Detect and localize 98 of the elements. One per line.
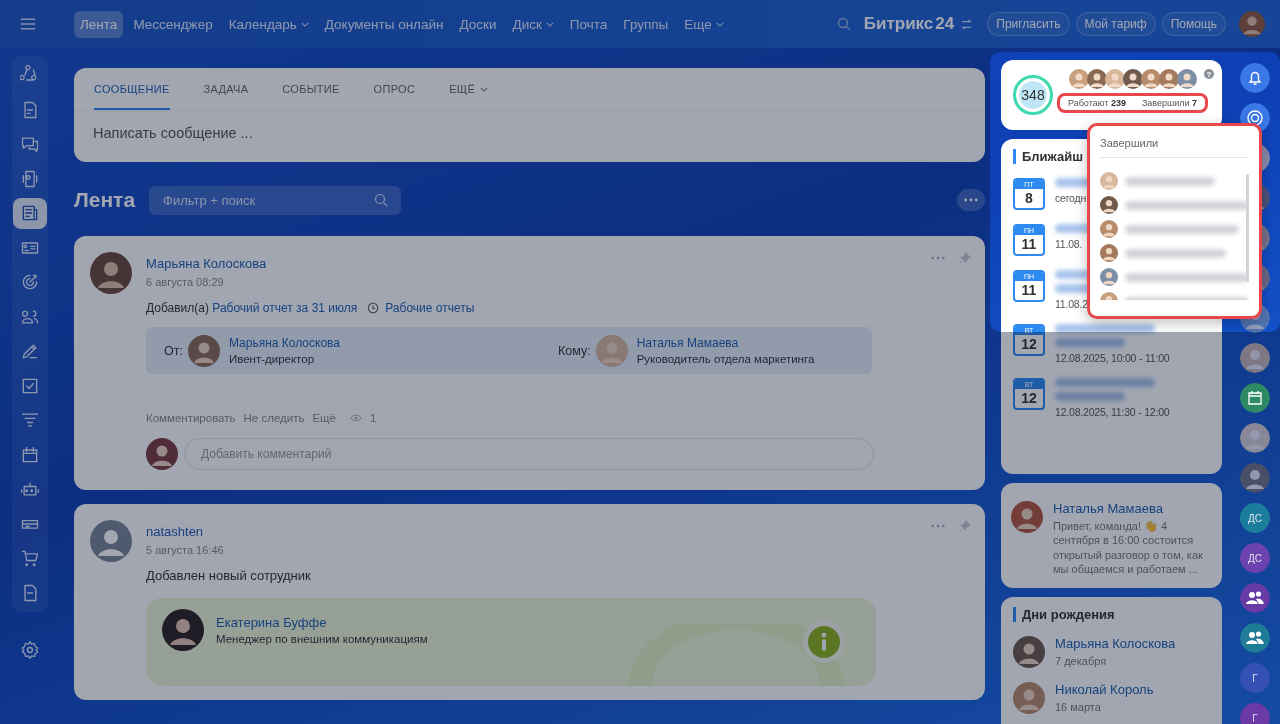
- menu-item[interactable]: Почта: [563, 10, 614, 38]
- avatar[interactable]: [146, 438, 178, 470]
- search-icon[interactable]: [836, 16, 852, 32]
- activity-icon[interactable]: [1240, 103, 1270, 133]
- recipient-label: Кому:: [558, 343, 591, 358]
- author-link[interactable]: natashten: [146, 524, 204, 539]
- post-text: Добавлен новый сотрудник: [146, 568, 312, 583]
- employee-role: Менеджер по внешним коммуникациям: [216, 633, 428, 645]
- eye-icon: [349, 414, 362, 422]
- event-time: сегодн: [1055, 192, 1088, 204]
- help-icon[interactable]: ?: [1204, 69, 1214, 79]
- author-link[interactable]: Наталья Мамаева: [1053, 501, 1163, 516]
- clock-icon: [367, 302, 380, 314]
- event-time: 12.08.2025, 10:00 - 11:00: [1055, 352, 1170, 364]
- person-link[interactable]: Марьяна Колоскова: [1055, 636, 1176, 652]
- avatar[interactable]: [1069, 69, 1089, 89]
- birthday-date: 16 марта: [1055, 700, 1101, 715]
- menu-item[interactable]: Диск: [506, 10, 560, 38]
- header-button[interactable]: Пригласить: [987, 12, 1070, 36]
- page-title: Лента: [74, 188, 136, 212]
- calendar-icon[interactable]: [1240, 383, 1270, 413]
- avatar[interactable]: [162, 609, 204, 651]
- author-link[interactable]: Марьяна Колоскова: [146, 256, 267, 271]
- person-link[interactable]: Николай Король: [1055, 682, 1154, 698]
- event-time: 11.08.2: [1055, 298, 1089, 310]
- post-action-link[interactable]: Ещё: [312, 412, 336, 424]
- section-title: Дни рождения: [1013, 607, 1210, 623]
- calendar-icon: [20, 444, 40, 465]
- avatar[interactable]: [1123, 69, 1143, 89]
- more-icon[interactable]: [931, 524, 945, 528]
- news-text: Привет, команда! 👋 4 сентября в 16:00 состоится открытый разговор о том, как мы общаемся и работаем ...: [1053, 519, 1204, 577]
- post-action-link[interactable]: Комментировать: [146, 412, 236, 424]
- caret-icon: [300, 21, 309, 27]
- caret-icon: [715, 21, 724, 27]
- employee-link[interactable]: Екатерина Буффе: [216, 615, 327, 630]
- person-link[interactable]: Марьяна Колоскова: [228, 336, 340, 350]
- post-date: 5 августа 16:46: [146, 544, 225, 556]
- stat-text[interactable]: Завершили 7: [1141, 98, 1198, 108]
- composer-tab[interactable]: СОБЫТИЕ: [282, 68, 340, 110]
- device-icon: [20, 168, 40, 189]
- menu-item[interactable]: Еще: [678, 10, 730, 38]
- group-icon[interactable]: [1240, 623, 1270, 653]
- composer-tab[interactable]: СООБЩЕНИЕ: [94, 68, 170, 110]
- event-time: 12.08.2025, 11:30 - 12:00: [1055, 406, 1170, 418]
- composer-tab[interactable]: ОПРОС: [373, 68, 416, 110]
- menu-item[interactable]: Документы онлайн: [318, 10, 450, 38]
- post-action: Добавил(а) Рабочий отчет за 31 июля: [146, 301, 358, 315]
- post-action-link[interactable]: Не следить: [243, 412, 305, 424]
- avatar[interactable]: [1087, 69, 1107, 89]
- menu-icon[interactable]: [20, 17, 36, 31]
- more-button[interactable]: [957, 189, 985, 211]
- report-link[interactable]: Рабочий отчет за 31 июля: [212, 301, 358, 315]
- event-time: 11.08.: [1055, 238, 1084, 250]
- menu-item[interactable]: Мессенджер: [127, 10, 219, 38]
- sidebar-item[interactable]: [13, 197, 47, 229]
- group-icon[interactable]: [1240, 583, 1270, 613]
- chat-avatar[interactable]: Г: [1240, 663, 1270, 693]
- menu-item[interactable]: Календарь: [222, 10, 315, 38]
- bell-icon[interactable]: [1240, 63, 1270, 93]
- cart-icon: [20, 548, 40, 569]
- person-role: Ивент-директор: [228, 353, 315, 365]
- recipient-label: От:: [164, 343, 183, 358]
- caret-icon: [545, 21, 554, 27]
- avatar[interactable]: [1013, 636, 1045, 669]
- logo-number: 24: [935, 14, 955, 34]
- employee-count[interactable]: 348: [1013, 75, 1053, 115]
- message-field[interactable]: Написать сообщение ...: [74, 111, 985, 155]
- chat-avatar[interactable]: ДС: [1240, 503, 1270, 533]
- blurred-title: [1055, 338, 1125, 347]
- popup-title: Завершили: [1100, 134, 1249, 158]
- person-link[interactable]: Наталья Мамаева: [636, 336, 739, 350]
- caret-icon: [480, 86, 489, 92]
- menu-item[interactable]: Группы: [617, 10, 675, 38]
- logo-text: Битрикс: [863, 14, 934, 34]
- header-button[interactable]: Помощь: [1161, 12, 1226, 36]
- post-date: 6 августа 08:29: [146, 276, 225, 288]
- person-role: Руководитель отдела маркетинга: [636, 353, 815, 365]
- birthday-date: 7 декабря: [1055, 654, 1107, 669]
- more-icon[interactable]: [931, 256, 945, 260]
- view-count: 1: [369, 412, 377, 424]
- more-icon: [964, 198, 978, 202]
- avatar[interactable]: [90, 252, 132, 294]
- avatar[interactable]: [1100, 196, 1118, 214]
- chat-avatar[interactable]: Г: [1240, 703, 1270, 724]
- search-icon[interactable]: [374, 192, 390, 208]
- category-link[interactable]: Рабочие отчеты: [385, 301, 475, 315]
- menu-item[interactable]: Лента: [74, 10, 124, 38]
- blurred-title: [1055, 392, 1125, 401]
- stat-text[interactable]: Работают 239: [1068, 98, 1126, 108]
- composer-tab[interactable]: ЕЩЁ: [449, 68, 489, 110]
- chat-avatar[interactable]: ДС: [1240, 543, 1270, 573]
- avatar[interactable]: [1105, 69, 1125, 89]
- scrollbar[interactable]: [1246, 174, 1249, 282]
- header-button[interactable]: Мой тариф: [1075, 12, 1156, 36]
- avatar[interactable]: [1240, 303, 1270, 333]
- composer-tab[interactable]: ЗАДАЧА: [203, 68, 249, 110]
- info-icon: [802, 620, 846, 664]
- menu-item[interactable]: Доски: [453, 10, 503, 38]
